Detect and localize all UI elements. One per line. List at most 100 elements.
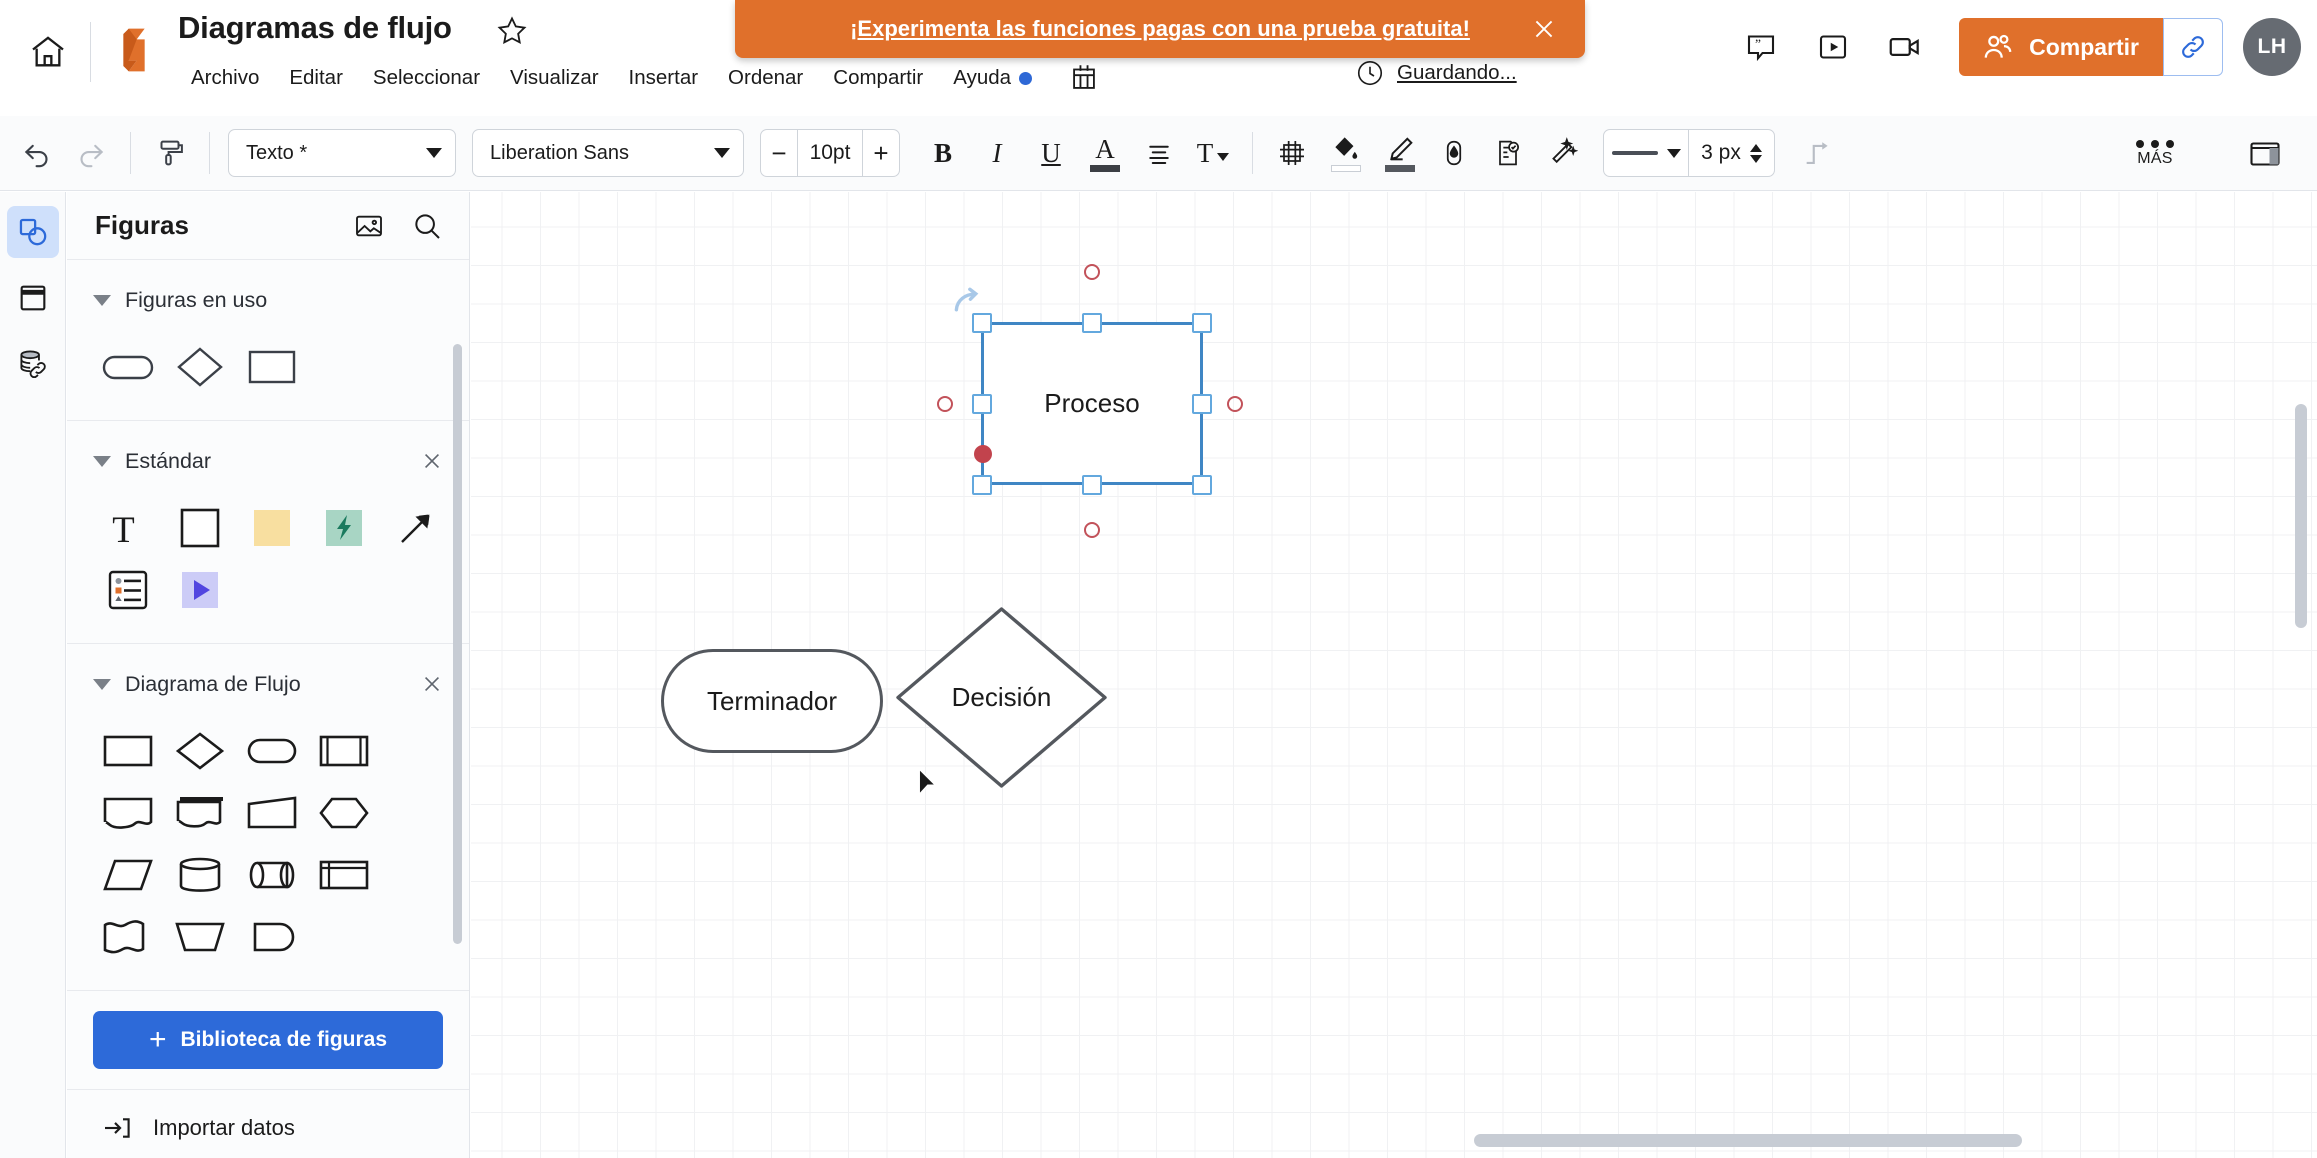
menu-insertar[interactable]: Insertar — [614, 62, 714, 94]
canvas-shape-proceso[interactable]: Proceso — [981, 322, 1203, 485]
shape-document[interactable] — [93, 782, 163, 844]
shape-direct-access-storage[interactable] — [237, 844, 307, 906]
canvas-shape-terminador[interactable]: Terminador — [661, 649, 883, 753]
position-crop-icon[interactable] — [1265, 126, 1319, 180]
shape-database-cylinder[interactable] — [165, 844, 235, 906]
resize-handle-s[interactable] — [1082, 475, 1102, 495]
menu-compartir[interactable]: Compartir — [818, 62, 938, 94]
search-icon[interactable] — [407, 206, 447, 246]
style-select[interactable]: Texto * — [228, 129, 456, 177]
underline-button[interactable]: U — [1024, 126, 1078, 180]
shape-library-button[interactable]: + Biblioteca de figuras — [93, 1011, 443, 1069]
paint-roller-icon[interactable] — [143, 126, 197, 180]
text-color-button[interactable]: A — [1078, 126, 1132, 180]
present-icon[interactable] — [1797, 16, 1869, 78]
image-icon[interactable] — [349, 206, 389, 246]
shape-manual-input[interactable] — [237, 782, 307, 844]
avatar[interactable]: LH — [2243, 18, 2301, 76]
shape-terminator-stadium[interactable] — [237, 720, 307, 782]
shape-internal-storage[interactable] — [309, 844, 379, 906]
panel-scrollbar[interactable] — [453, 344, 462, 944]
elbow-connector-icon[interactable] — [1791, 126, 1845, 180]
vertical-scrollbar[interactable] — [2295, 404, 2307, 628]
sidebar-item-templates[interactable] — [7, 272, 59, 324]
line-style-select[interactable] — [1604, 130, 1688, 176]
italic-button[interactable]: I — [970, 126, 1024, 180]
resize-handle-w[interactable] — [972, 394, 992, 414]
shape-arrow[interactable] — [381, 497, 451, 559]
close-icon[interactable] — [1529, 14, 1559, 44]
sidebar-item-shapes[interactable] — [6, 206, 59, 258]
font-size-decrease[interactable]: − — [761, 130, 797, 176]
banner-link[interactable]: ¡Experimenta las funciones pagas con una… — [850, 16, 1470, 42]
connection-point-bottom[interactable] — [1084, 522, 1100, 538]
panel-scroll-area[interactable]: Figuras en uso Estándar T Diagrama de Fl… — [67, 260, 469, 1158]
shape-predefined-process[interactable] — [309, 720, 379, 782]
opacity-drop-icon[interactable] — [1427, 126, 1481, 180]
font-size-input[interactable]: 10pt — [797, 130, 863, 176]
shape-manual-operation[interactable] — [165, 906, 235, 968]
shape-display[interactable] — [237, 906, 307, 968]
video-icon[interactable] — [1869, 16, 1941, 78]
connection-point-left[interactable] — [937, 396, 953, 412]
resize-handle-ne[interactable] — [1192, 313, 1212, 333]
shape-diamond[interactable] — [165, 336, 235, 398]
font-family-select[interactable]: Liberation Sans — [472, 129, 744, 177]
menu-seleccionar[interactable]: Seleccionar — [358, 62, 495, 94]
connection-point-top[interactable] — [1084, 264, 1100, 280]
align-icon[interactable] — [1132, 126, 1186, 180]
shape-rectangle[interactable] — [237, 336, 307, 398]
line-color-icon[interactable] — [1373, 126, 1427, 180]
comment-icon[interactable]: ” — [1725, 16, 1797, 78]
share-button[interactable]: Compartir — [1959, 18, 2163, 76]
lucid-logo[interactable] — [110, 22, 166, 78]
connection-point-active[interactable] — [974, 445, 992, 463]
shape-data-parallelogram[interactable] — [93, 844, 163, 906]
menu-ordenar[interactable]: Ordenar — [713, 62, 818, 94]
shape-options-icon[interactable] — [1481, 126, 1535, 180]
saving-status[interactable]: Guardando... — [1355, 58, 1517, 88]
import-data-row[interactable]: Importar datos — [67, 1090, 469, 1158]
resize-handle-e[interactable] — [1192, 394, 1212, 414]
canvas-shape-decision[interactable]: Decisión — [894, 605, 1109, 790]
menu-visualizar[interactable]: Visualizar — [495, 62, 614, 94]
shape-text-t[interactable]: T — [93, 497, 163, 559]
home-icon[interactable] — [22, 26, 74, 78]
shape-multi-wave-document[interactable] — [93, 906, 163, 968]
menu-ayuda[interactable]: Ayuda — [938, 62, 1047, 94]
resize-handle-nw[interactable] — [972, 313, 992, 333]
right-panel-toggle-icon[interactable] — [2237, 126, 2293, 182]
bold-button[interactable]: B — [916, 126, 970, 180]
menu-archivo[interactable]: Archivo — [176, 62, 274, 94]
horizontal-scrollbar[interactable] — [1474, 1134, 2022, 1147]
resize-handle-sw[interactable] — [972, 475, 992, 495]
menu-editar[interactable]: Editar — [274, 62, 358, 94]
shape-preparation-hexagon[interactable] — [309, 782, 379, 844]
connection-point-right[interactable] — [1227, 396, 1243, 412]
section-toggle[interactable]: Diagrama de Flujo — [93, 672, 301, 697]
shape-rectangle-std[interactable] — [165, 497, 235, 559]
shape-lightning-action[interactable] — [309, 497, 379, 559]
shape-stadium[interactable] — [93, 336, 163, 398]
resize-handle-se[interactable] — [1192, 475, 1212, 495]
section-toggle[interactable]: Estándar — [93, 449, 211, 474]
diagram-canvas[interactable]: Terminador Decisión Proceso — [471, 192, 2317, 1158]
shape-decision-diamond[interactable] — [165, 720, 235, 782]
font-size-increase[interactable]: + — [863, 130, 899, 176]
line-width-stepper[interactable]: 3 px — [1688, 130, 1774, 176]
shape-legend-list[interactable] — [93, 559, 163, 621]
resize-handle-n[interactable] — [1082, 313, 1102, 333]
close-icon[interactable] — [417, 669, 447, 699]
close-icon[interactable] — [417, 446, 447, 476]
document-title[interactable]: Diagramas de flujo — [178, 10, 452, 46]
redo-icon[interactable] — [64, 126, 118, 180]
undo-icon[interactable] — [10, 126, 64, 180]
shape-multi-document[interactable] — [165, 782, 235, 844]
link-icon[interactable] — [2163, 18, 2223, 76]
layers-grid-icon[interactable] — [1063, 58, 1105, 98]
text-options-button[interactable]: T — [1186, 126, 1240, 180]
section-toggle[interactable]: Figuras en uso — [93, 288, 267, 313]
shape-play-triangle[interactable] — [165, 559, 235, 621]
magic-wand-icon[interactable] — [1535, 126, 1589, 180]
shape-sticky-note[interactable] — [237, 497, 307, 559]
